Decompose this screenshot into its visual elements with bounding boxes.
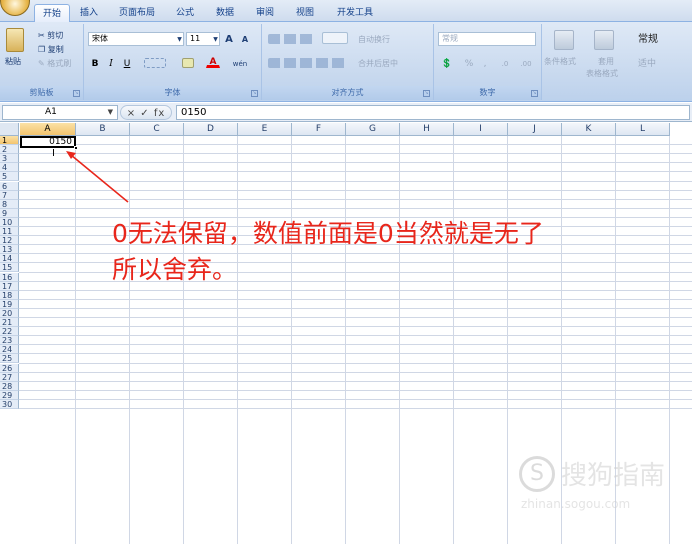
shrink-font-button[interactable]: A — [238, 32, 252, 46]
watermark-url: zhinan.sogou.com — [521, 497, 631, 511]
bold-button[interactable]: B — [88, 56, 102, 70]
number-launcher-icon[interactable]: ↘ — [531, 90, 538, 97]
cut-label: 剪切 — [47, 31, 64, 40]
vertical-align-icons[interactable] — [268, 34, 316, 44]
table-format-button[interactable]: 套用 — [598, 56, 614, 67]
tab-home[interactable]: 开始 — [34, 4, 70, 22]
name-box[interactable]: A1 ▼ — [2, 105, 118, 120]
font-launcher-icon[interactable]: ↘ — [251, 90, 258, 97]
font-name-select[interactable]: 宋体 — [88, 32, 184, 46]
number-group-label: 数字 — [434, 86, 541, 100]
percent-button[interactable]: % — [462, 56, 476, 70]
watermark: S 搜狗指南 zhinan.sogou.com — [519, 453, 689, 513]
alignment-group: 自动换行 合并后居中 对齐方式 ↘ — [262, 24, 434, 100]
paste-icon[interactable] — [6, 28, 24, 52]
grow-font-button[interactable]: A — [222, 32, 236, 46]
currency-icon[interactable]: 💲 — [438, 56, 456, 70]
tab-developer[interactable]: 开发工具 — [332, 4, 378, 22]
copy-button[interactable]: ❐ 复制 — [38, 44, 64, 55]
horizontal-align-icons[interactable] — [268, 58, 348, 68]
phonetic-button[interactable]: wén — [230, 56, 250, 70]
paste-button[interactable]: 粘贴 — [5, 56, 21, 67]
office-button[interactable] — [0, 0, 30, 16]
font-color-button[interactable]: A — [206, 54, 220, 68]
border-icon[interactable] — [144, 58, 166, 68]
table-format-icon[interactable] — [594, 30, 614, 50]
excel-window: 开始 插入 页面布局 公式 数据 审阅 视图 开发工具 粘贴 ✂ 剪切 ❐ 复制… — [0, 0, 692, 544]
scissors-icon: ✂ — [38, 31, 45, 40]
cell-style-neutral[interactable]: 适中 — [638, 56, 656, 69]
merge-center-button[interactable]: 合并后居中 — [358, 58, 398, 69]
cut-button[interactable]: ✂ 剪切 — [38, 30, 63, 41]
tab-review[interactable]: 审阅 — [252, 4, 278, 22]
orientation-icon[interactable] — [322, 32, 348, 44]
wrap-text-button[interactable]: 自动换行 — [358, 34, 390, 45]
cell-style-normal[interactable]: 常规 — [638, 30, 658, 45]
alignment-launcher-icon[interactable]: ↘ — [423, 90, 430, 97]
comma-button[interactable]: , — [480, 56, 490, 70]
decrease-decimal-button[interactable]: .00 — [516, 56, 536, 70]
copy-label: 复制 — [47, 45, 64, 54]
conditional-format-button[interactable]: 条件格式 — [544, 56, 576, 67]
font-size-chevron-down-icon: ▼ — [213, 36, 218, 43]
copy-icon: ❐ — [38, 45, 46, 54]
tab-insert[interactable]: 插入 — [76, 4, 102, 22]
tab-view[interactable]: 视图 — [292, 4, 318, 22]
annotation-line-1: 0无法保留，数值前面是0当然就是无了 — [112, 219, 544, 248]
formula-bar: A1 ▼ × ✓ fx 0150 — [0, 103, 692, 122]
clipboard-group-label: 剪贴板 — [0, 86, 83, 100]
watermark-text: 搜狗指南 — [561, 461, 666, 491]
annotation-line-2: 所以舍弃。 — [112, 255, 238, 284]
watermark-logo-icon: S — [519, 456, 555, 492]
format-painter-button[interactable]: ✎ 格式刷 — [38, 58, 71, 69]
increase-decimal-button[interactable]: .0 — [496, 56, 514, 70]
arrow-line — [70, 154, 129, 203]
italic-button[interactable]: I — [104, 56, 118, 70]
font-group-label: 字体 — [84, 86, 261, 100]
brush-icon: ✎ — [38, 59, 45, 68]
conditional-format-icon[interactable] — [554, 30, 574, 50]
tab-data[interactable]: 数据 — [212, 4, 238, 22]
styles-group: 条件格式 套用 表格格式 常规 适中 — [542, 24, 692, 100]
table-format-label: 表格格式 — [586, 69, 618, 78]
formula-buttons[interactable]: × ✓ fx — [120, 105, 172, 120]
chevron-down-icon[interactable]: ▼ — [108, 106, 113, 119]
number-group: 常规 💲 % , .0 .00 数字 ↘ — [434, 24, 542, 100]
fill-color-icon[interactable] — [182, 58, 194, 68]
name-box-value: A1 — [45, 107, 57, 117]
clipboard-group: 粘贴 ✂ 剪切 ❐ 复制 ✎ 格式刷 剪贴板 ↘ — [0, 24, 84, 100]
alignment-group-label: 对齐方式 — [262, 86, 433, 100]
format-painter-label: 格式刷 — [47, 59, 72, 68]
tab-page-layout[interactable]: 页面布局 — [114, 4, 160, 22]
ribbon-tab-bar: 开始 插入 页面布局 公式 数据 审阅 视图 开发工具 — [0, 0, 692, 22]
ribbon: 粘贴 ✂ 剪切 ❐ 复制 ✎ 格式刷 剪贴板 ↘ 宋体 ▼ 11 ▼ A A B… — [0, 22, 692, 102]
number-format-select[interactable]: 常规 — [438, 32, 536, 46]
underline-button[interactable]: U — [120, 56, 134, 70]
tab-formulas[interactable]: 公式 — [172, 4, 198, 22]
font-name-chevron-down-icon: ▼ — [177, 36, 182, 43]
font-group: 宋体 ▼ 11 ▼ A A B I U A wén 字体 ↘ — [84, 24, 262, 100]
clipboard-launcher-icon[interactable]: ↘ — [73, 90, 80, 97]
formula-input[interactable]: 0150 — [176, 105, 690, 120]
